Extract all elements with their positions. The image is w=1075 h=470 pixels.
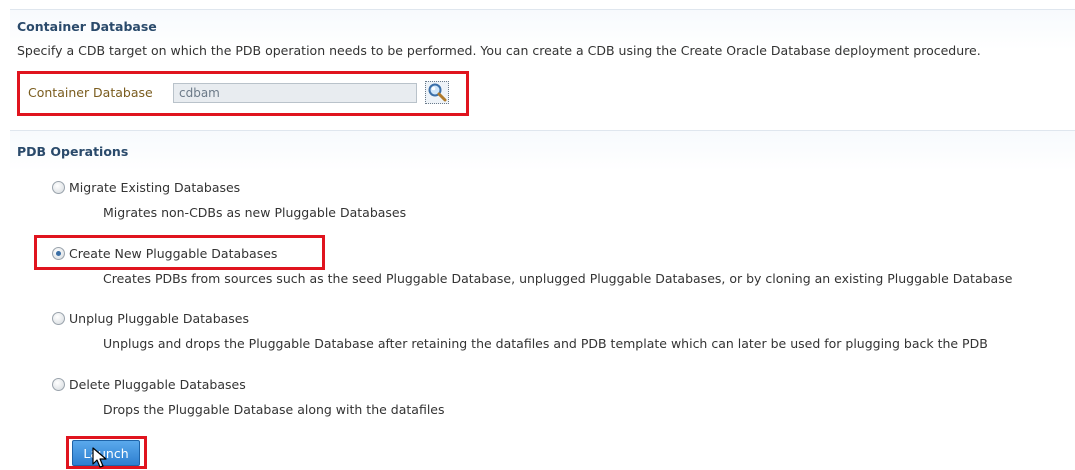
option-unplug-description: Unplugs and drops the Pluggable Database… (103, 336, 988, 351)
create-option-highlight (34, 235, 325, 270)
option-migrate-label[interactable]: Migrate Existing Databases (69, 180, 240, 195)
pdb-operations-title: PDB Operations (17, 144, 129, 159)
option-create-description: Creates PDBs from sources such as the se… (103, 271, 1013, 286)
radio-unplug[interactable] (52, 312, 65, 325)
option-unplug-label[interactable]: Unplug Pluggable Databases (69, 311, 249, 326)
container-database-highlight (17, 71, 469, 116)
radio-delete[interactable] (52, 378, 65, 391)
option-delete-description: Drops the Pluggable Database along with … (103, 402, 445, 417)
option-migrate-description: Migrates non-CDBs as new Pluggable Datab… (103, 205, 407, 220)
container-database-title: Container Database (17, 19, 157, 34)
mouse-cursor-icon (92, 447, 107, 468)
radio-migrate[interactable] (52, 181, 65, 194)
container-database-description: Specify a CDB target on which the PDB op… (17, 43, 981, 58)
option-delete-label[interactable]: Delete Pluggable Databases (69, 377, 246, 392)
